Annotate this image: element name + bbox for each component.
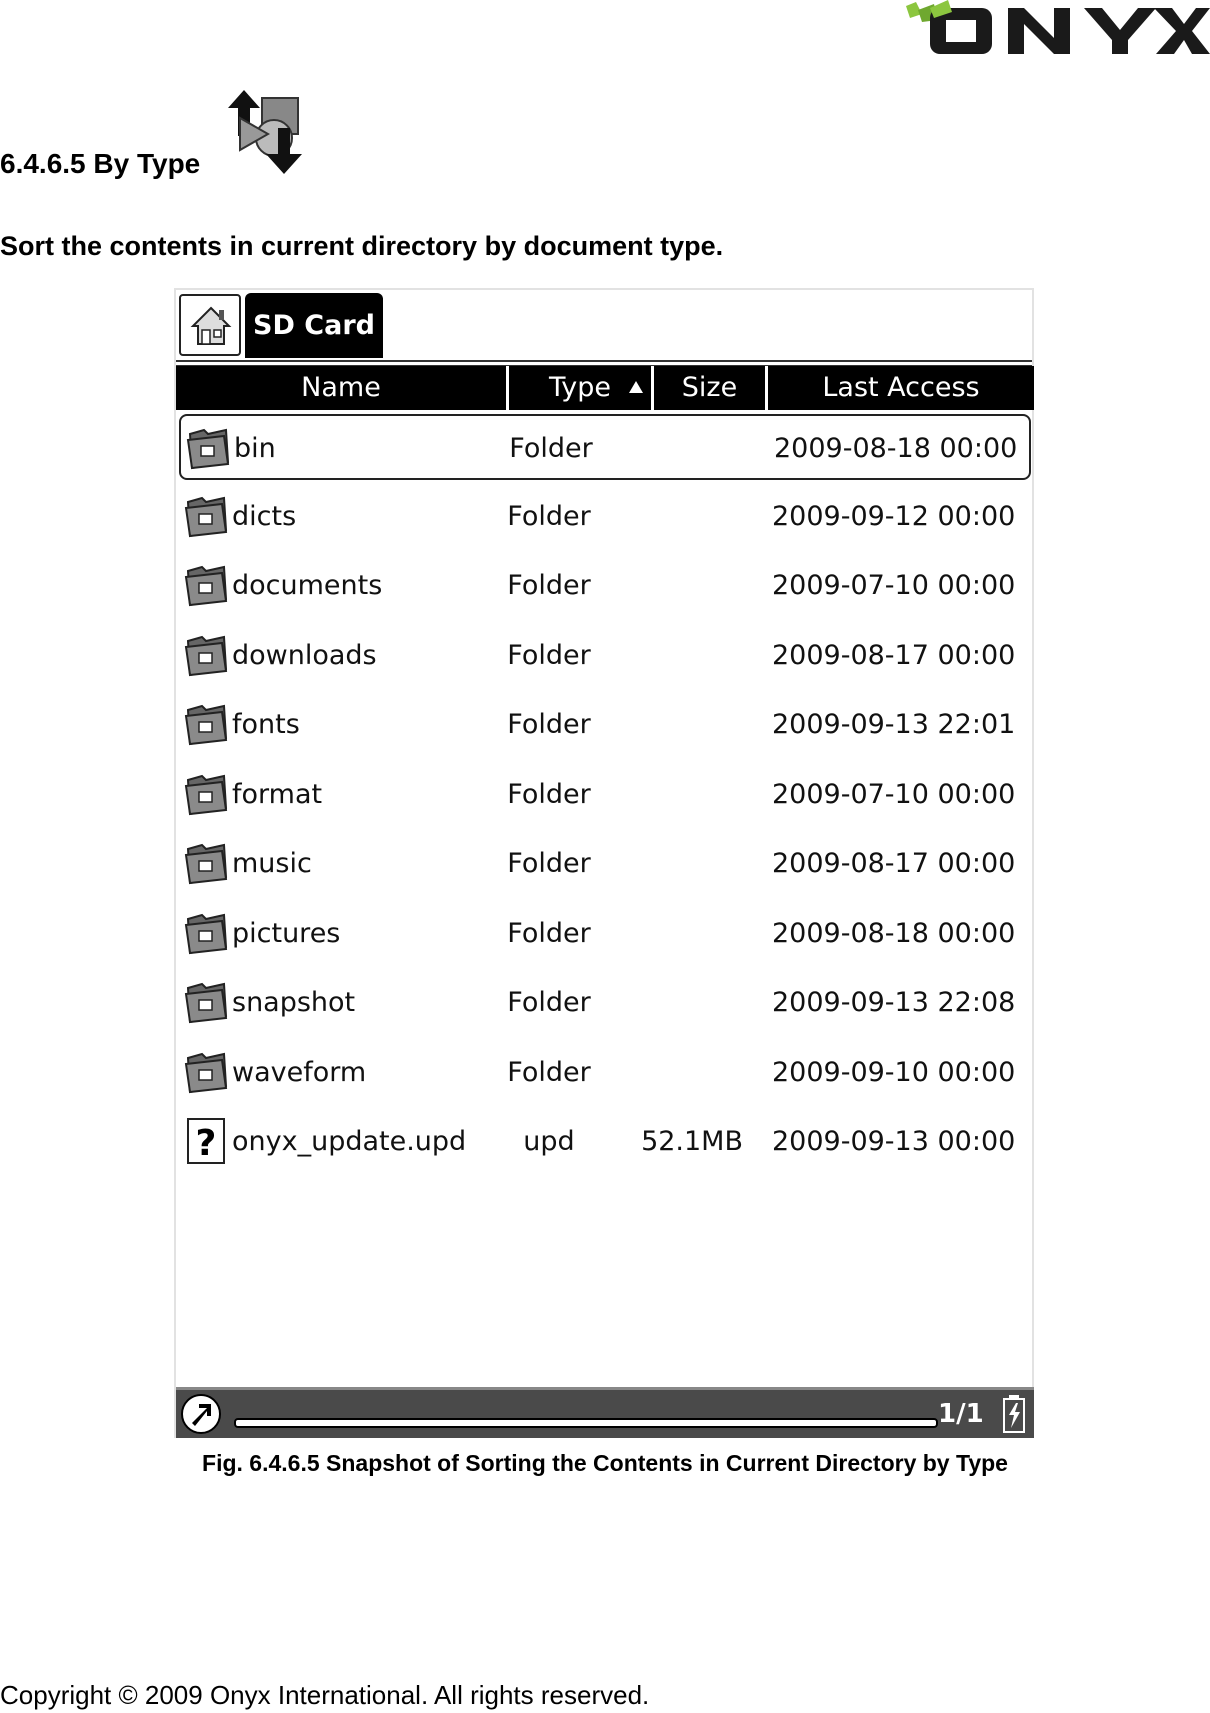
file-row[interactable]: bin Folder 2009-08-18 00:00	[179, 414, 1031, 480]
file-type: Folder	[507, 1056, 591, 1088]
column-header-last-access[interactable]: Last Access	[768, 366, 1034, 410]
file-last-access: 2009-08-18 00:00	[774, 433, 1018, 464]
file-row[interactable]: snapshot Folder 2009-09-13 22:08	[179, 970, 1031, 1036]
file-last-access: 2009-08-17 00:00	[772, 848, 1016, 879]
file-type: Folder	[507, 778, 591, 810]
figure-caption: Fig. 6.4.6.5 Snapshot of Sorting the Con…	[202, 1450, 1008, 1476]
page-progress-bar[interactable]	[234, 1418, 938, 1428]
file-row[interactable]: documents Folder 2009-07-10 00:00	[179, 553, 1031, 619]
description-text: Sort the contents in current directory b…	[0, 231, 724, 261]
svg-text:?: ?	[196, 1123, 217, 1164]
file-name: onyx_update.upd	[232, 1126, 467, 1157]
file-name: downloads	[232, 639, 377, 671]
file-size: 52.1MB	[641, 1126, 743, 1157]
home-button[interactable]	[179, 294, 241, 356]
file-last-access: 2009-09-13 22:08	[772, 987, 1016, 1018]
file-name: fonts	[232, 709, 300, 740]
file-type: Folder	[507, 639, 591, 671]
folder-icon	[182, 978, 230, 1026]
file-type: Folder	[507, 987, 591, 1018]
status-bar: 1/1	[176, 1387, 1034, 1438]
folder-icon	[182, 492, 230, 540]
folder-icon	[182, 561, 230, 609]
file-name: pictures	[232, 917, 341, 949]
file-name: music	[232, 848, 312, 879]
folder-icon	[182, 1048, 230, 1096]
file-row[interactable]: downloads Folder 2009-08-17 00:00	[179, 623, 1031, 689]
file-type: Folder	[507, 570, 591, 601]
file-name: waveform	[232, 1056, 367, 1088]
folder-icon	[182, 909, 230, 957]
file-row[interactable]: format Folder 2009-07-10 00:00	[179, 762, 1031, 828]
file-last-access: 2009-08-17 00:00	[772, 639, 1016, 671]
column-header-row: Name Type Size Last Access	[176, 366, 1034, 410]
file-row[interactable]: pictures Folder 2009-08-18 00:00	[179, 901, 1031, 967]
folder-icon	[184, 424, 232, 472]
file-name: bin	[234, 433, 276, 464]
column-header-size[interactable]: Size	[654, 366, 765, 410]
divider	[176, 360, 1032, 362]
file-row[interactable]: ? onyx_update.upd upd 52.1MB 2009-09-13 00:0…	[179, 1109, 1031, 1175]
folder-icon	[182, 700, 230, 748]
top-bar: SD Card	[176, 290, 1032, 366]
battery-icon	[1003, 1395, 1025, 1433]
file-type: Folder	[509, 433, 593, 464]
sort-ascending-icon	[629, 381, 643, 393]
folder-icon	[182, 839, 230, 887]
file-row[interactable]: fonts Folder 2009-09-13 22:01	[179, 692, 1031, 758]
file-name: format	[232, 778, 323, 810]
file-last-access: 2009-09-13 22:01	[772, 709, 1016, 740]
file-type: upd	[523, 1126, 575, 1157]
tab-sd-card[interactable]: SD Card	[245, 293, 383, 358]
file-last-access: 2009-07-10 00:00	[772, 570, 1016, 601]
unknown-file-icon: ?	[182, 1117, 230, 1165]
file-row[interactable]: music Folder 2009-08-17 00:00	[179, 831, 1031, 897]
file-name: dicts	[232, 500, 297, 532]
column-header-name[interactable]: Name	[176, 366, 506, 410]
home-icon	[190, 306, 232, 345]
file-last-access: 2009-08-18 00:00	[772, 917, 1016, 949]
file-name: snapshot	[232, 987, 356, 1018]
file-type: Folder	[507, 917, 591, 949]
file-name: documents	[232, 570, 383, 601]
file-type: Folder	[507, 848, 591, 879]
copyright-text: Copyright © 2009 Onyx International. All…	[0, 1680, 650, 1710]
onyx-logo	[906, 0, 1210, 54]
file-last-access: 2009-07-10 00:00	[772, 778, 1016, 810]
file-last-access: 2009-09-12 00:00	[772, 500, 1016, 532]
section-title: 6.4.6.5 By Type	[0, 148, 201, 179]
file-type: Folder	[507, 709, 591, 740]
file-row[interactable]: waveform Folder 2009-09-10 00:00	[179, 1040, 1031, 1106]
file-last-access: 2009-09-10 00:00	[772, 1056, 1016, 1088]
goto-page-icon[interactable]	[180, 1393, 222, 1435]
file-type: Folder	[507, 500, 591, 532]
file-row[interactable]: dicts Folder 2009-09-12 00:00	[179, 484, 1031, 550]
file-last-access: 2009-09-13 00:00	[772, 1126, 1016, 1157]
page-indicator: 1/1	[938, 1399, 984, 1429]
folder-icon	[182, 631, 230, 679]
device-screen: SD Card Name Type Size Last Access bin Fo…	[174, 288, 1034, 1438]
sort-by-type-icon	[228, 90, 302, 174]
folder-icon	[182, 770, 230, 818]
